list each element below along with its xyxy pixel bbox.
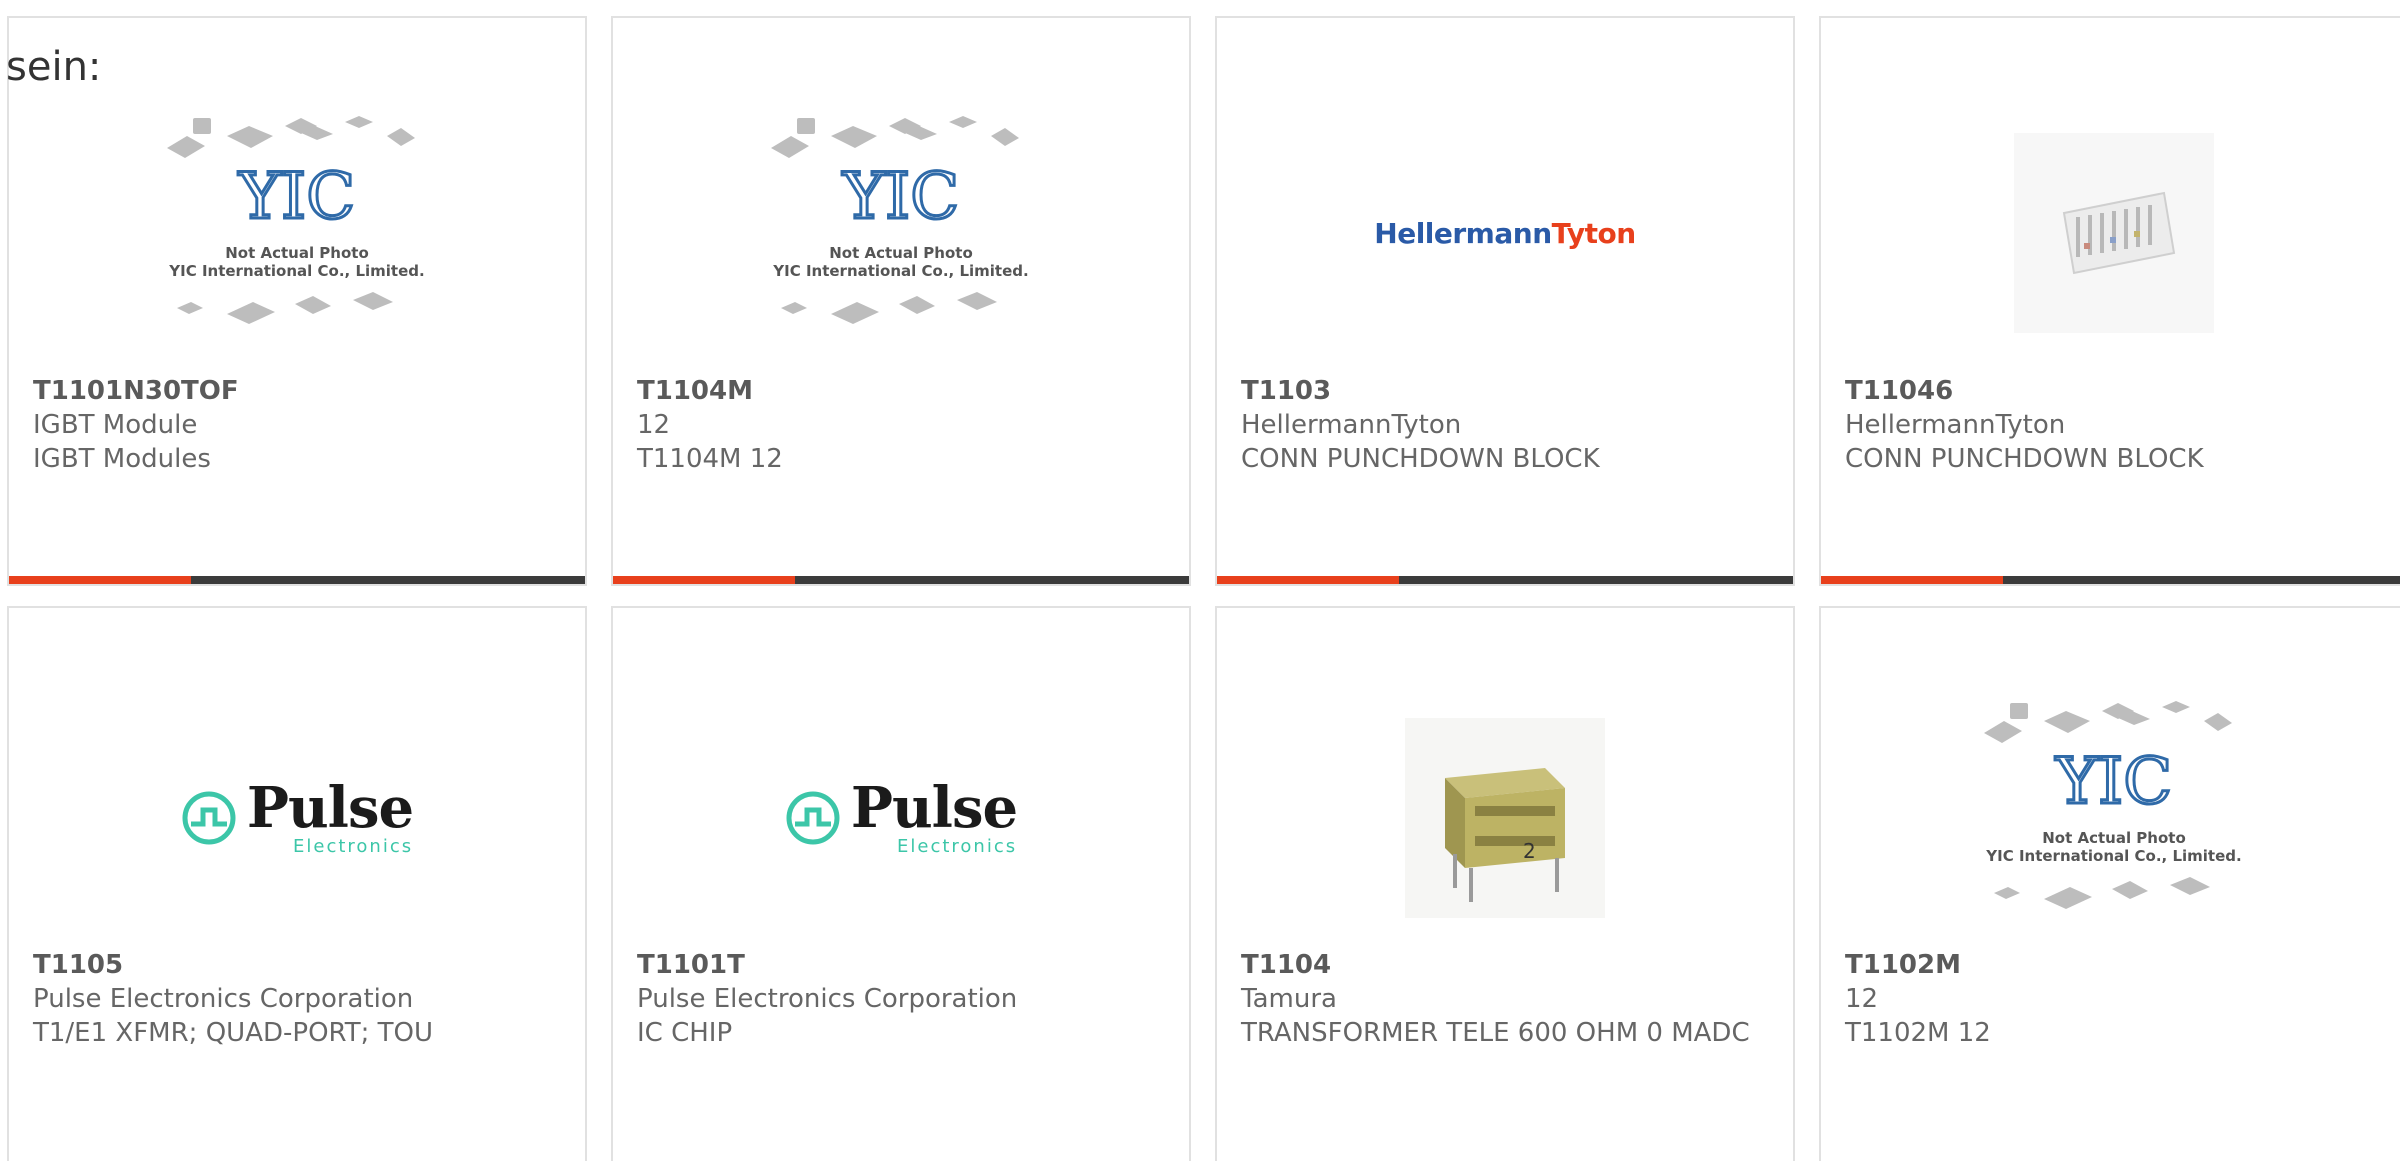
hellermanntyton-logo: HellermannTyton xyxy=(1374,216,1636,250)
description: IC CHIP xyxy=(637,1018,733,1048)
card-bottom-bar xyxy=(1217,576,1793,584)
product-text: T1104 Tamura TRANSFORMER TELE 600 OHM 0 … xyxy=(1241,948,1773,1050)
product-text: T1102M 12 T1102M 12 xyxy=(1845,948,2387,1050)
part-number[interactable]: T1103 xyxy=(1241,374,1773,408)
yic-placeholder-image: YIC Not Actual Photo YIC International C… xyxy=(1984,701,2242,909)
product-image: Pulse Electronics xyxy=(9,698,585,938)
product-image: HellermannTyton xyxy=(1217,98,1793,368)
product-image: Pulse Electronics xyxy=(613,698,1189,938)
product-text: T1105 Pulse Electronics Corporation T1/E… xyxy=(33,948,565,1050)
manufacturer: Pulse Electronics Corporation xyxy=(33,984,414,1014)
card-bottom-bar xyxy=(613,576,1189,584)
card-bottom-bar xyxy=(1821,576,2400,584)
manufacturer: 12 xyxy=(1845,984,1879,1014)
product-card[interactable]: Pulse Electronics T1105 Pulse Electronic… xyxy=(7,606,587,1161)
manufacturer: 12 xyxy=(637,410,671,440)
card-accent xyxy=(1821,576,2003,584)
description: T1/E1 XFMR; QUAD-PORT; TOU xyxy=(33,1018,433,1048)
product-card[interactable]: YIC Not Actual Photo YIC International C… xyxy=(611,16,1191,586)
card-accent xyxy=(1217,576,1399,584)
description: CONN PUNCHDOWN BLOCK xyxy=(1845,444,2204,474)
svg-text:Not Actual Photo: Not Actual Photo xyxy=(829,244,973,262)
description: IGBT Modules xyxy=(33,444,211,474)
description: T1102M 12 xyxy=(1845,1018,1991,1048)
part-number[interactable]: T1101N30TOF xyxy=(33,374,565,408)
card-accent xyxy=(613,576,795,584)
svg-text:YIC International Co., Limited: YIC International Co., Limited. xyxy=(168,262,424,280)
product-text: T1101T Pulse Electronics Corporation IC … xyxy=(637,948,1169,1050)
product-text: T11046 HellermannTyton CONN PUNCHDOWN BL… xyxy=(1845,374,2387,476)
svg-text:YIC International Co., Limited: YIC International Co., Limited. xyxy=(772,262,1028,280)
pulse-mark-icon xyxy=(786,791,840,845)
part-number[interactable]: T1102M xyxy=(1845,948,2387,982)
product-card[interactable]: Pulse Electronics T1101T Pulse Electroni… xyxy=(611,606,1191,1161)
product-card[interactable]: YIC Not Actual Photo YIC International C… xyxy=(1819,606,2400,1161)
yic-logo: YIC xyxy=(842,160,960,234)
product-text: T1104M 12 T1104M 12 xyxy=(637,374,1169,476)
pulse-electronics-logo: Pulse Electronics xyxy=(785,780,1018,857)
card-accent xyxy=(9,576,191,584)
svg-text:Not Actual Photo: Not Actual Photo xyxy=(2042,829,2186,847)
product-text: T1103 HellermannTyton CONN PUNCHDOWN BLO… xyxy=(1241,374,1773,476)
description: T1104M 12 xyxy=(637,444,783,474)
yic-placeholder-image: YIC Not Actual Photo YIC International C… xyxy=(771,116,1029,324)
pulse-mark-icon xyxy=(182,791,236,845)
description: TRANSFORMER TELE 600 OHM 0 MADC xyxy=(1241,1018,1750,1048)
part-number[interactable]: T1104 xyxy=(1241,948,1773,982)
description: CONN PUNCHDOWN BLOCK xyxy=(1241,444,1600,474)
product-card[interactable]: YIC Not Actual Photo YIC International C… xyxy=(7,16,587,586)
transformer-image: 2 xyxy=(1405,718,1605,918)
manufacturer: Tamura xyxy=(1241,984,1337,1014)
svg-text:2: 2 xyxy=(1523,839,1536,863)
product-card[interactable]: HellermannTyton T1103 HellermannTyton CO… xyxy=(1215,16,1795,586)
yic-logo: YIC xyxy=(238,160,356,234)
punchdown-block-image xyxy=(2014,133,2214,333)
product-text: T1101N30TOF IGBT Module IGBT Modules xyxy=(33,374,565,476)
part-number[interactable]: T1101T xyxy=(637,948,1169,982)
manufacturer: IGBT Module xyxy=(33,410,198,440)
product-image: YIC Not Actual Photo YIC International C… xyxy=(9,98,585,368)
product-image: 2 xyxy=(1217,698,1793,938)
product-card[interactable]: T11046 HellermannTyton CONN PUNCHDOWN BL… xyxy=(1819,16,2400,586)
svg-text:Not Actual Photo: Not Actual Photo xyxy=(225,244,369,262)
product-image: YIC Not Actual Photo YIC International C… xyxy=(1821,698,2400,938)
product-card[interactable]: 2 T1104 Tamura TRANSFORMER TELE 600 OHM … xyxy=(1215,606,1795,1161)
part-number[interactable]: T1105 xyxy=(33,948,565,982)
card-bottom-bar xyxy=(9,576,585,584)
page-intro-text: sein: xyxy=(6,44,102,90)
manufacturer: HellermannTyton xyxy=(1845,410,2066,440)
pulse-electronics-logo: Pulse Electronics xyxy=(181,780,414,857)
product-image xyxy=(1821,98,2400,368)
yic-placeholder-image: YIC Not Actual Photo YIC International C… xyxy=(167,116,425,324)
part-number[interactable]: T1104M xyxy=(637,374,1169,408)
svg-text:YIC International Co., Limited: YIC International Co., Limited. xyxy=(1985,847,2241,865)
product-grid: YIC Not Actual Photo YIC International C… xyxy=(0,0,2400,1161)
yic-logo: YIC xyxy=(2055,745,2173,819)
manufacturer: HellermannTyton xyxy=(1241,410,1462,440)
part-number[interactable]: T11046 xyxy=(1845,374,2387,408)
product-image: YIC Not Actual Photo YIC International C… xyxy=(613,98,1189,368)
manufacturer: Pulse Electronics Corporation xyxy=(637,984,1018,1014)
